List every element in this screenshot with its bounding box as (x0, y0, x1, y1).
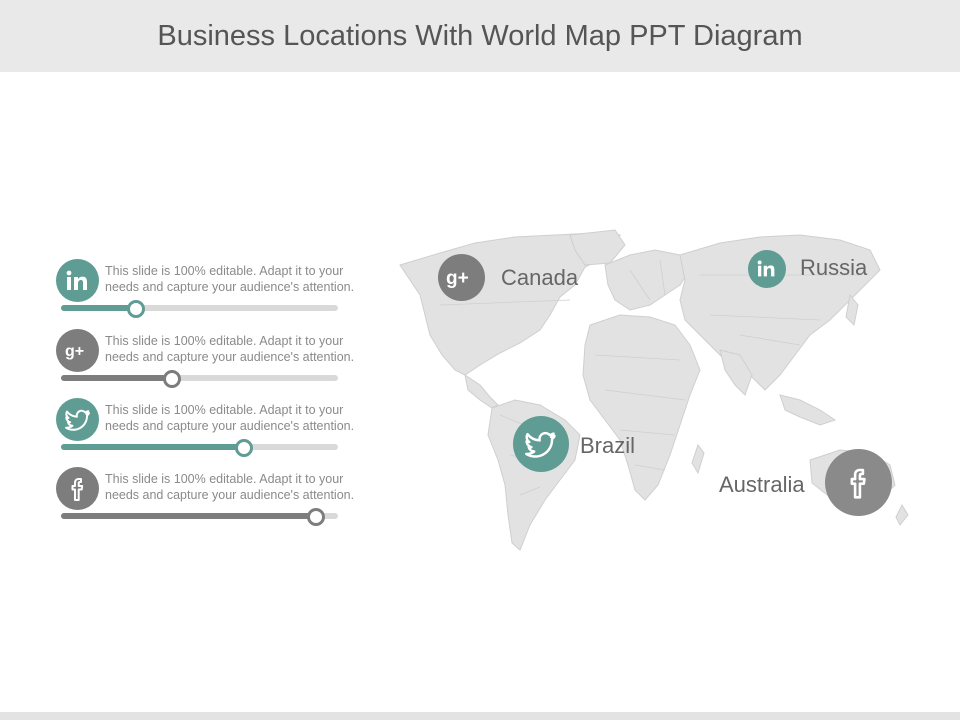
facebook-icon (56, 467, 99, 510)
linkedin-icon (56, 259, 99, 302)
page-title: Business Locations With World Map PPT Di… (157, 19, 803, 52)
australia-marker (825, 449, 892, 516)
progress-knob[interactable] (162, 370, 181, 388)
progress-track (61, 370, 338, 388)
progress-track (61, 508, 338, 526)
location-label-australia: Australia (719, 472, 805, 497)
list-item-description: This slide is 100% editable. Adapt it to… (105, 334, 355, 364)
madagascar-shape (691, 443, 705, 475)
linkedin-icon (757, 260, 775, 277)
canada-marker: g+ (438, 254, 485, 301)
list-item-description: This slide is 100% editable. Adapt it to… (105, 403, 355, 433)
title-bar: Business Locations With World Map PPT Di… (0, 0, 960, 72)
africa-shape (582, 314, 701, 501)
list-item-twitter: This slide is 100% editable. Adapt it to… (56, 398, 396, 458)
progress-fill (61, 305, 136, 311)
new-zealand-shape (895, 503, 909, 526)
progress-track (61, 439, 338, 457)
svg-text:g+: g+ (446, 268, 469, 289)
list-item-linkedin: This slide is 100% editable. Adapt it to… (56, 259, 396, 319)
footer-bar (0, 712, 960, 720)
svg-text:g+: g+ (65, 343, 84, 360)
progress-knob[interactable] (234, 439, 253, 457)
list-item-description: This slide is 100% editable. Adapt it to… (105, 264, 355, 294)
progress-fill (61, 375, 172, 381)
google-plus-icon: g+ (56, 329, 99, 372)
central-america-shape (464, 373, 499, 409)
list-item-facebook: This slide is 100% editable. Adapt it to… (56, 467, 396, 527)
progress-knob[interactable] (126, 300, 145, 318)
progress-fill (61, 513, 316, 519)
twitter-icon (56, 398, 99, 441)
progress-track (61, 300, 338, 318)
progress-fill (61, 444, 244, 450)
location-label-russia: Russia (800, 255, 868, 280)
progress-knob[interactable] (306, 508, 325, 526)
southeast-asia-shape (779, 394, 837, 426)
location-label-brazil: Brazil (580, 433, 636, 458)
google-plus-icon: g+ (446, 268, 469, 289)
brazil-marker (513, 416, 569, 472)
facebook-icon (850, 468, 866, 499)
location-label-canada: Canada (501, 265, 579, 290)
europe-shape (604, 249, 691, 311)
russia-marker (748, 250, 786, 288)
list-item-description: This slide is 100% editable. Adapt it to… (105, 472, 355, 502)
list-item-google-plus: g+ This slide is 100% editable. Adapt it… (56, 329, 396, 389)
twitter-icon (525, 431, 556, 458)
